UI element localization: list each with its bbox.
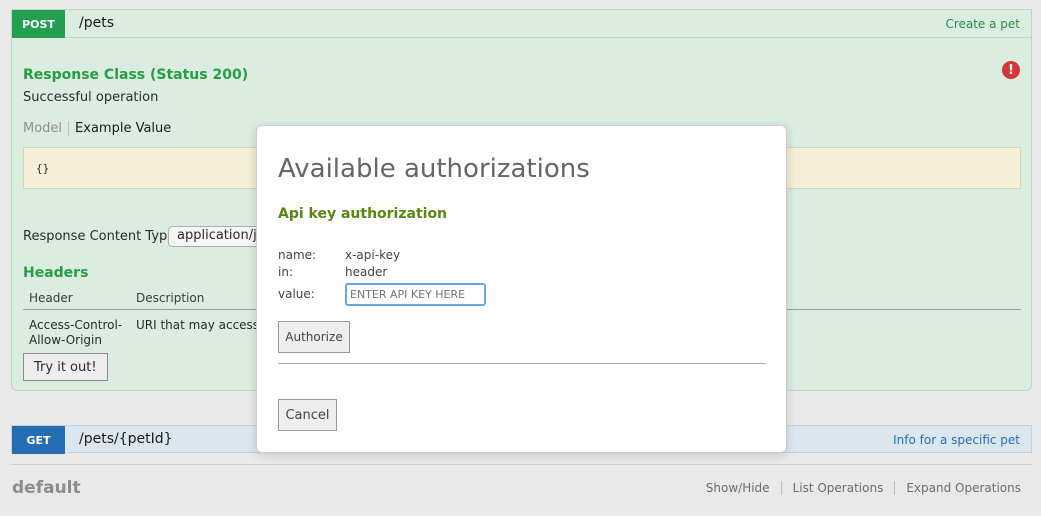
auth-in-row: in: header [278, 265, 387, 279]
authorization-modal: Available authorizations Api key authori… [256, 125, 787, 453]
in-label: in: [278, 265, 293, 279]
name-value: x-api-key [345, 248, 401, 262]
cancel-button[interactable]: Cancel [278, 399, 337, 431]
auth-section-title: Api key authorization [278, 206, 448, 222]
modal-title: Available authorizations [278, 154, 590, 184]
auth-name-row: name: x-api-key [278, 248, 400, 262]
modal-divider [278, 363, 766, 364]
in-value: header [345, 265, 388, 279]
auth-value-row: value: [278, 287, 345, 301]
api-key-input[interactable] [345, 283, 486, 306]
authorize-button[interactable]: Authorize [278, 321, 350, 353]
name-label: name: [278, 248, 317, 262]
value-label: value: [278, 287, 315, 301]
